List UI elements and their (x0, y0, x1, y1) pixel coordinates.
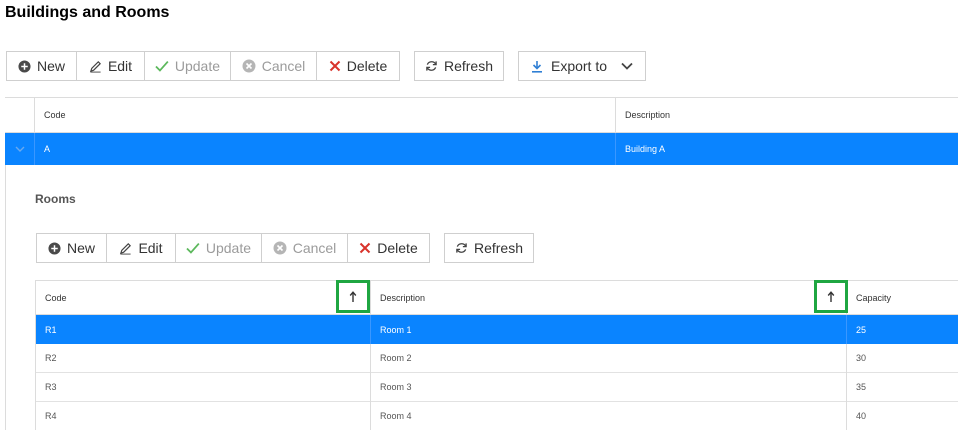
pencil-icon (120, 242, 132, 255)
refresh-icon (426, 61, 437, 71)
new-button[interactable]: New (7, 52, 77, 80)
refresh-icon (456, 243, 467, 253)
chevron-down-icon[interactable] (621, 62, 633, 70)
sort-button-description[interactable] (814, 280, 848, 313)
pencil-icon (89, 60, 101, 73)
cell-description: Room 2 (380, 353, 412, 363)
rooms-cancel-button[interactable]: Cancel (262, 234, 348, 262)
arrow-up-icon (827, 290, 835, 302)
rooms-new-button[interactable]: New (37, 234, 107, 262)
rooms-edit-button[interactable]: Edit (107, 234, 176, 262)
update-button-label: Update (174, 58, 220, 74)
cell-code: R4 (45, 411, 57, 421)
x-icon (329, 60, 340, 72)
plus-circle-icon (48, 241, 61, 255)
cell-description: Building A (625, 144, 666, 154)
column-header-code[interactable]: Code (36, 281, 336, 314)
delete-button-label: Delete (377, 240, 418, 256)
expand-toggle[interactable] (5, 133, 34, 165)
export-button-label: Export to (550, 58, 608, 74)
delete-button[interactable]: Delete (317, 52, 399, 80)
new-button-label: New (36, 58, 65, 74)
rooms-toolbar: New Edit Update Cancel Delete Refresh (36, 233, 534, 263)
cancel-button-label: Cancel (261, 58, 306, 74)
download-icon (531, 60, 542, 73)
cell-capacity: 40 (856, 411, 867, 421)
cell-description: Room 1 (380, 324, 412, 335)
buildings-crud-group: New Edit Update Cancel Delete (6, 51, 400, 81)
new-button-label: New (66, 240, 95, 256)
detail-left-border (5, 165, 6, 430)
cell-code: A (44, 144, 51, 154)
cell-code: R1 (45, 324, 57, 335)
cell-capacity: 25 (856, 324, 867, 335)
cell-code: R2 (45, 353, 57, 363)
divider (846, 344, 847, 430)
check-icon (186, 242, 200, 254)
buildings-toolbar: New Edit Update Cancel Delete Refresh Ex… (6, 51, 646, 81)
rooms-update-button[interactable]: Update (176, 234, 262, 262)
column-header-capacity[interactable]: Capacity (847, 281, 957, 314)
column-header-code[interactable]: Code (35, 98, 615, 132)
check-icon (155, 60, 169, 72)
export-button[interactable]: Export to (519, 52, 645, 80)
cell-description: Room 4 (380, 411, 412, 421)
divider (370, 344, 371, 430)
cell-code: R3 (45, 382, 57, 392)
x-circle-icon (273, 241, 287, 255)
rooms-delete-button[interactable]: Delete (348, 234, 429, 262)
refresh-button-label: Refresh (443, 58, 493, 74)
x-circle-icon (242, 59, 256, 73)
update-button-label: Update (205, 240, 251, 256)
plus-circle-icon (18, 59, 31, 73)
cell-capacity: 35 (856, 382, 867, 392)
edit-button[interactable]: Edit (77, 52, 145, 80)
rooms-refresh-button[interactable]: Refresh (445, 234, 533, 262)
cancel-button-label: Cancel (292, 240, 337, 256)
column-header-description[interactable]: Description (371, 281, 811, 314)
section-title: Rooms (35, 192, 76, 206)
delete-button-label: Delete (346, 58, 388, 74)
refresh-group: Refresh (414, 51, 504, 81)
arrow-up-icon (349, 290, 357, 302)
rooms-crud-group: New Edit Update Cancel Delete (36, 233, 430, 263)
refresh-button-label: Refresh (473, 240, 523, 256)
sort-button-code[interactable] (336, 280, 370, 313)
x-icon (360, 242, 371, 254)
column-header-description[interactable]: Description (616, 98, 956, 132)
update-button[interactable]: Update (145, 52, 231, 80)
page-title: Buildings and Rooms (5, 4, 170, 21)
cell-description: Room 3 (380, 382, 412, 392)
cancel-button[interactable]: Cancel (231, 52, 317, 80)
rooms-refresh-group: Refresh (444, 233, 534, 263)
cell-capacity: 30 (856, 353, 867, 363)
edit-button-label: Edit (138, 240, 163, 256)
divider (35, 315, 36, 430)
refresh-button[interactable]: Refresh (415, 52, 503, 80)
chevron-down-icon (15, 146, 24, 152)
edit-button-label: Edit (107, 58, 133, 74)
export-group: Export to (518, 51, 646, 81)
